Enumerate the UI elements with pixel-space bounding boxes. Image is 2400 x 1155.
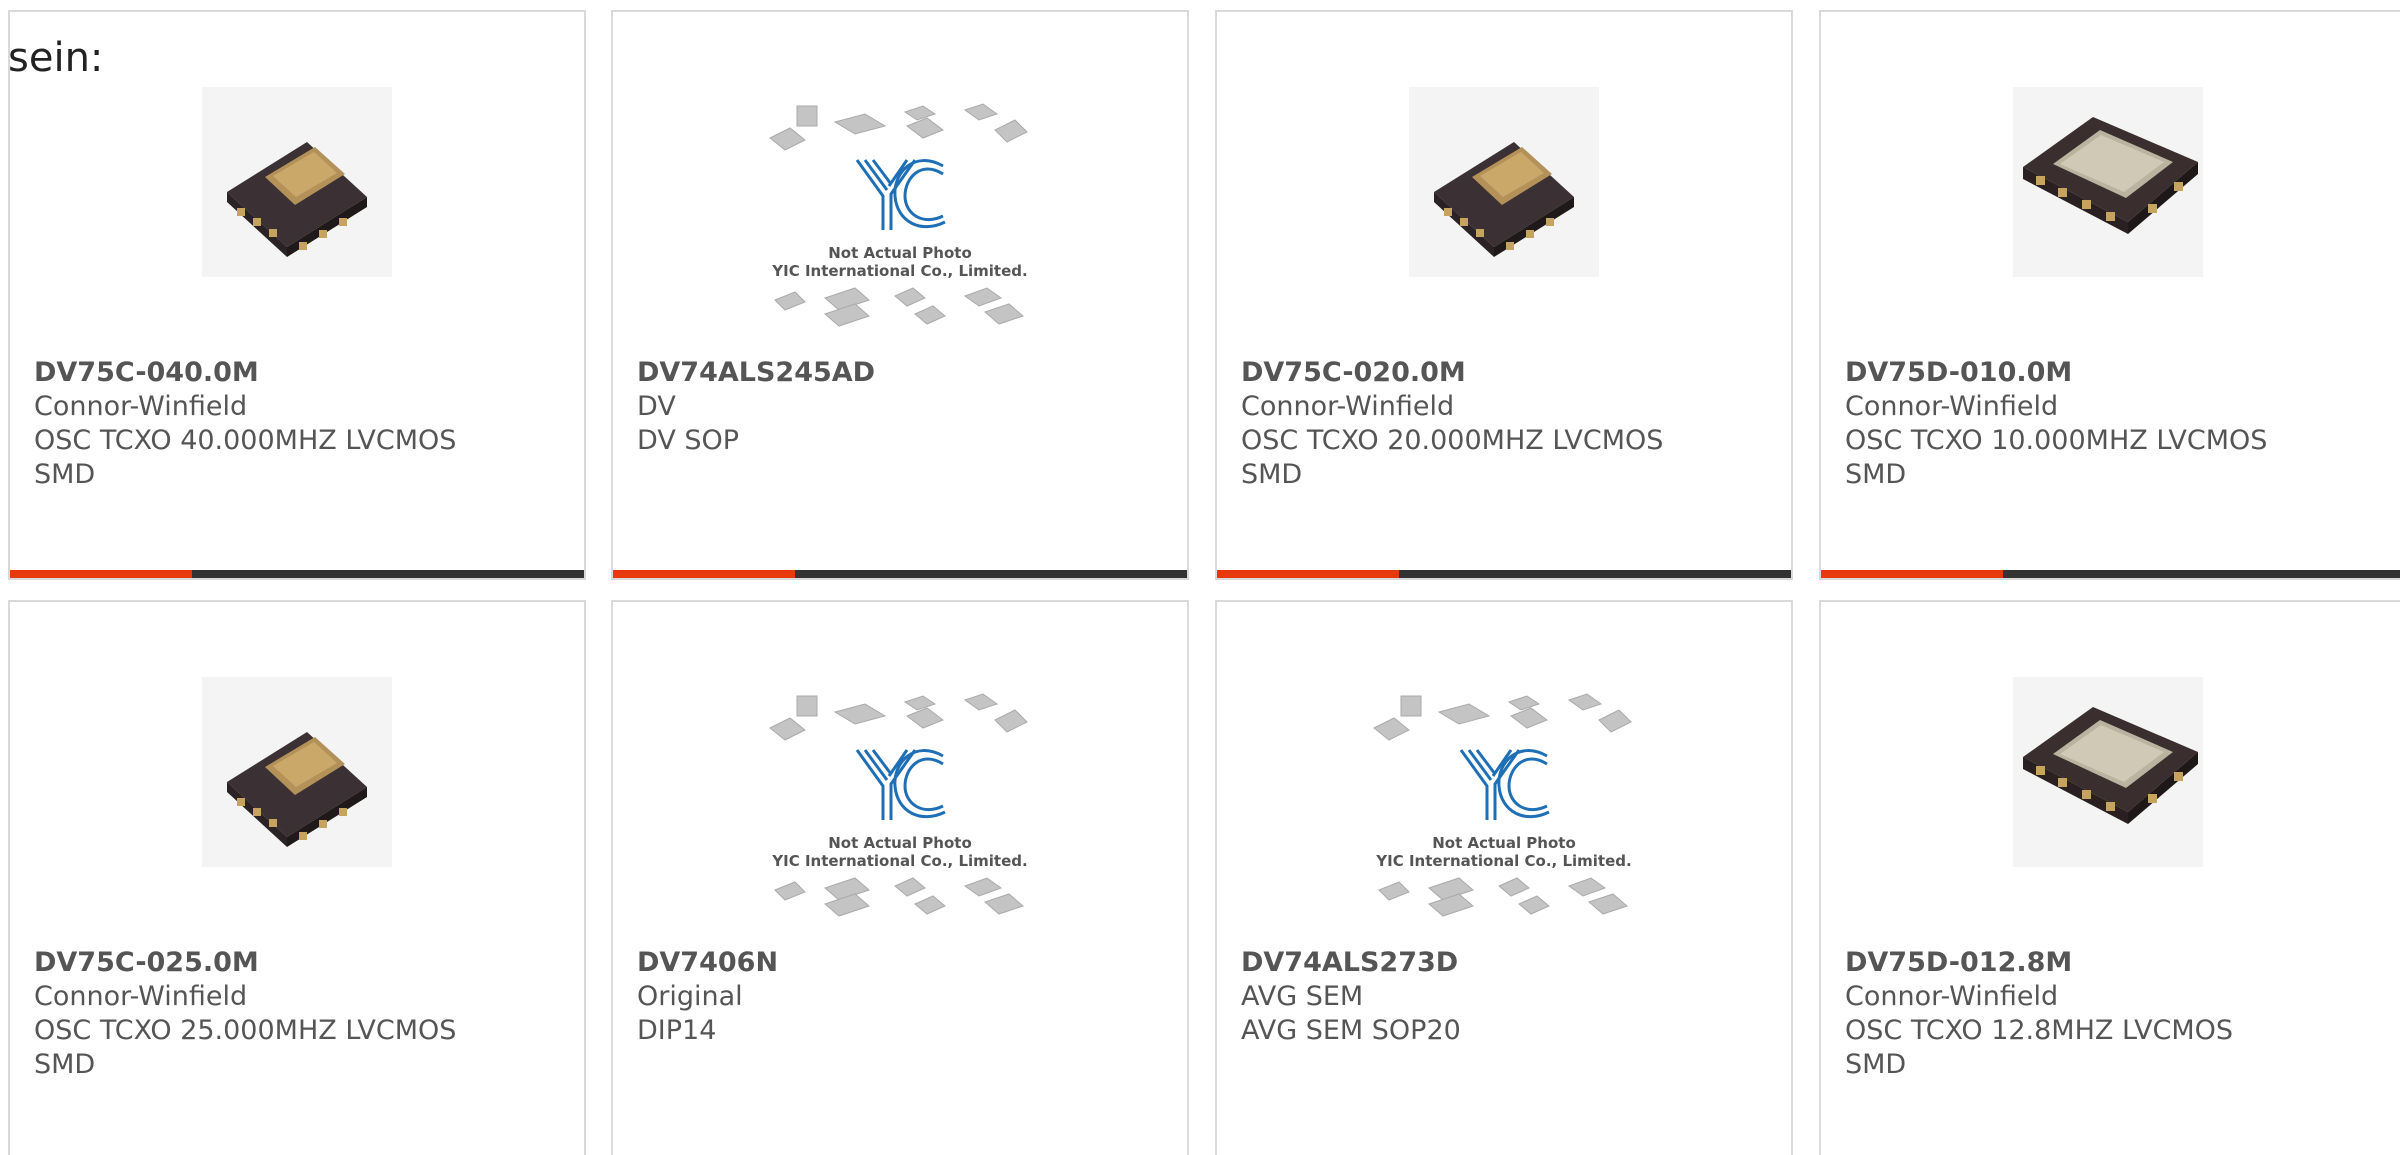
manufacturer: Original [637,981,743,1012]
product-image [10,662,584,942]
tcxo-small-icon [202,87,392,277]
part-number[interactable]: DV74ALS245AD [637,356,1163,390]
product-card[interactable]: DV75D-010.0M Connor-Winfield OSC TCXO 10… [1819,10,2400,580]
card-accent-bar [10,570,192,578]
product-card[interactable]: DV75C-040.0M Connor-Winfield OSC TCXO 40… [8,10,586,580]
product-card[interactable]: DV75D-012.8M Connor-Winfield OSC TCXO 12… [1819,600,2400,1155]
part-number[interactable]: DV75D-010.0M [1845,356,2383,390]
placeholder-line-2: YIC International Co., Limited. [771,852,1027,870]
description-line-2: SMD [34,1049,96,1080]
card-bottom-bar [1217,570,1791,578]
tcxo-small-icon [1409,87,1599,277]
product-image: Not Actual Photo YIC International Co., … [1217,690,1791,970]
product-card[interactable]: DV75C-020.0M Connor-Winfield OSC TCXO 20… [1215,10,1793,580]
tcxo-large-icon [2013,677,2203,867]
product-card[interactable]: Not Actual Photo YIC International Co., … [1215,600,1793,1155]
manufacturer: DV [637,391,676,422]
card-accent-bar [1217,570,1399,578]
card-accent-bar [613,570,795,578]
product-image: Not Actual Photo YIC International Co., … [613,100,1187,380]
manufacturer: Connor-Winfield [1845,391,2059,422]
placeholder-photo-icon: Not Actual Photo YIC International Co., … [1373,693,1632,917]
manufacturer: Connor-Winfield [1241,391,1455,422]
part-number[interactable]: DV7406N [637,946,1163,980]
description-line-1: DV SOP [637,425,740,456]
manufacturer: AVG SEM [1241,981,1364,1012]
product-image [1821,72,2395,352]
product-card[interactable]: DV75C-025.0M Connor-Winfield OSC TCXO 25… [8,600,586,1155]
placeholder-photo-icon: Not Actual Photo YIC International Co., … [769,103,1028,327]
card-bottom-bar [613,570,1187,578]
description-line-1: OSC TCXO 12.8MHZ LVCMOS [1845,1015,2234,1046]
manufacturer: Connor-Winfield [34,981,248,1012]
placeholder-line-2: YIC International Co., Limited. [1375,852,1631,870]
part-number[interactable]: DV75D-012.8M [1845,946,2383,980]
product-card[interactable]: Not Actual Photo YIC International Co., … [611,10,1189,580]
part-number[interactable]: DV75C-020.0M [1241,356,1767,390]
part-number[interactable]: DV75C-025.0M [34,946,560,980]
tcxo-large-icon [2013,87,2203,277]
description-line-1: OSC TCXO 25.000MHZ LVCMOS [34,1015,457,1046]
product-grid-page: sein: DV75C-040.0M Connor-Winfield OSC T… [0,0,2400,1155]
manufacturer: Connor-Winfield [34,391,248,422]
product-image [1821,662,2395,942]
product-image [10,72,584,352]
product-image: Not Actual Photo YIC International Co., … [613,690,1187,970]
card-accent-bar [1821,570,2003,578]
description-line-1: DIP14 [637,1015,717,1046]
part-number[interactable]: DV75C-040.0M [34,356,560,390]
product-image [1217,72,1791,352]
card-bottom-bar [10,570,584,578]
description-line-1: OSC TCXO 40.000MHZ LVCMOS [34,425,457,456]
placeholder-line-1: Not Actual Photo [828,244,972,262]
placeholder-line-2: YIC International Co., Limited. [771,262,1027,280]
placeholder-line-1: Not Actual Photo [1432,834,1576,852]
tcxo-small-icon [202,677,392,867]
intro-text: sein: [8,35,104,81]
placeholder-line-1: Not Actual Photo [828,834,972,852]
description-line-1: OSC TCXO 10.000MHZ LVCMOS [1845,425,2268,456]
placeholder-photo-icon: Not Actual Photo YIC International Co., … [769,693,1028,917]
description-line-1: AVG SEM SOP20 [1241,1015,1461,1046]
description-line-2: SMD [1241,459,1303,490]
product-card[interactable]: Not Actual Photo YIC International Co., … [611,600,1189,1155]
part-number[interactable]: DV74ALS273D [1241,946,1767,980]
description-line-2: SMD [1845,1049,1907,1080]
description-line-2: SMD [1845,459,1907,490]
manufacturer: Connor-Winfield [1845,981,2059,1012]
description-line-2: SMD [34,459,96,490]
description-line-1: OSC TCXO 20.000MHZ LVCMOS [1241,425,1664,456]
card-bottom-bar [1821,570,2400,578]
